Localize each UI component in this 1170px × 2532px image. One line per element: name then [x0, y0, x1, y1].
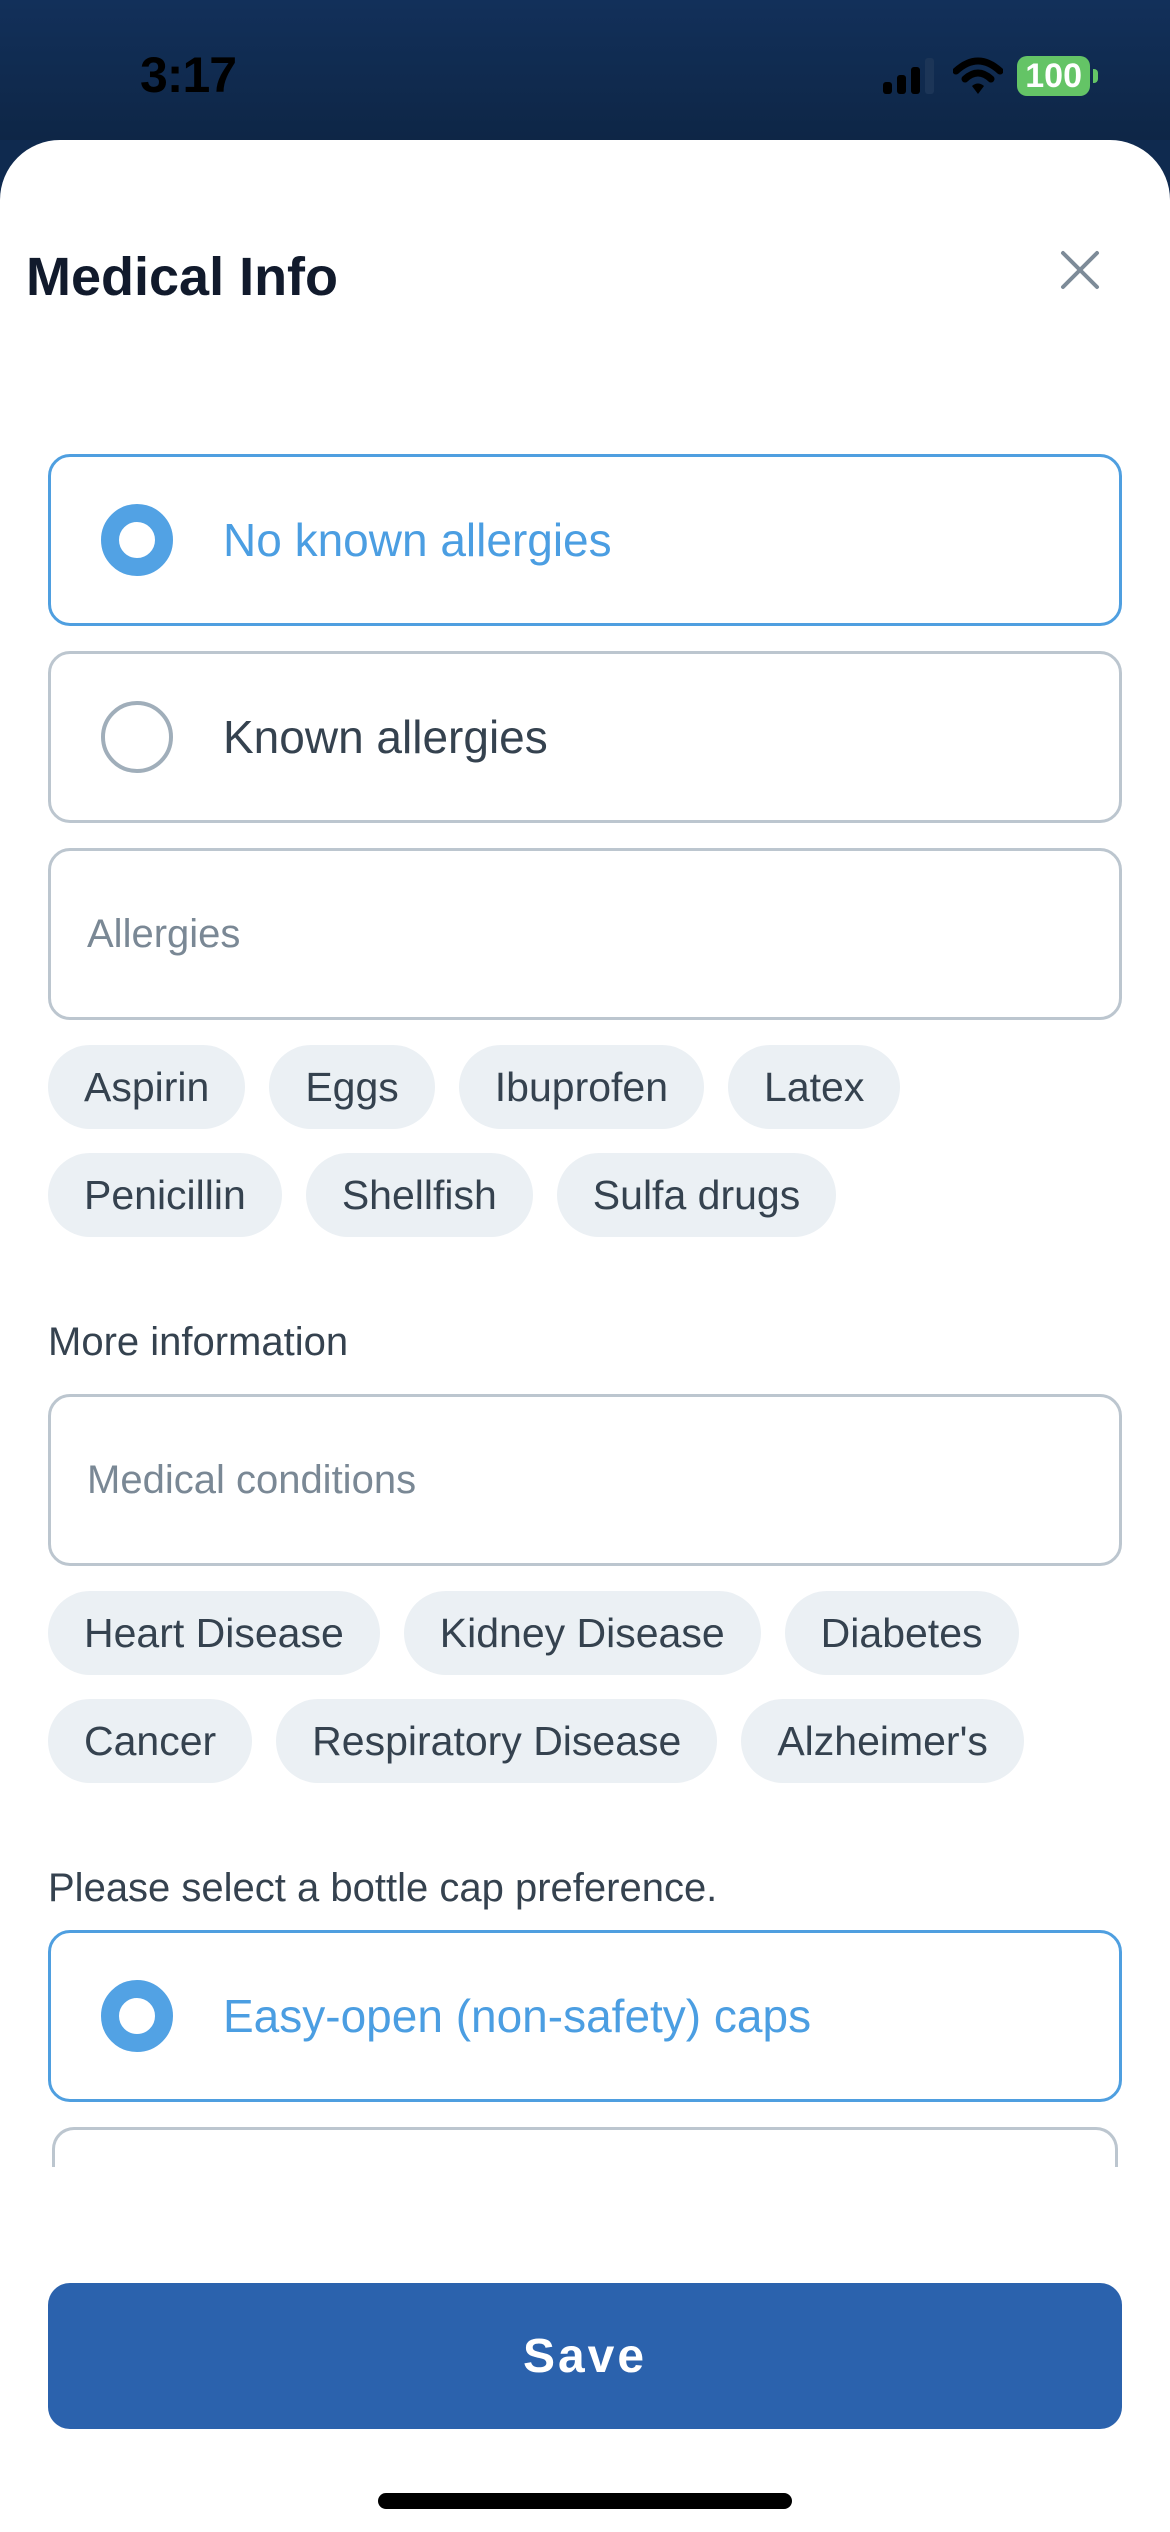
close-button[interactable]: [1050, 240, 1110, 300]
close-icon: [1061, 251, 1099, 289]
chip-cancer[interactable]: Cancer: [48, 1699, 253, 1783]
radio-label: No known allergies: [223, 514, 612, 566]
more-information-label: More information: [48, 1320, 349, 1364]
allergies-input[interactable]: [87, 911, 1119, 957]
medical-conditions-field[interactable]: [48, 1394, 1122, 1566]
chip-ibuprofen[interactable]: Ibuprofen: [458, 1045, 705, 1129]
wifi-icon: [953, 57, 1004, 94]
status-bar: 3:17 100: [0, 0, 1170, 140]
radio-no-known-allergies[interactable]: No known allergies: [48, 454, 1122, 626]
radio-unselected-icon: [101, 701, 173, 773]
radio-easy-open-caps[interactable]: Easy-open (non-safety) caps: [48, 1930, 1122, 2102]
medical-info-sheet: Medical Info No known allergies Known al…: [0, 140, 1170, 2532]
chip-kidney-disease[interactable]: Kidney Disease: [403, 1591, 761, 1675]
chip-penicillin[interactable]: Penicillin: [48, 1153, 282, 1237]
chip-heart-disease[interactable]: Heart Disease: [48, 1591, 380, 1675]
cap-preference-label: Please select a bottle cap preference.: [48, 1866, 718, 1910]
chip-diabetes[interactable]: Diabetes: [784, 1591, 1019, 1675]
radio-cap-option-partial[interactable]: [52, 2127, 1118, 2167]
signal-icon: [883, 58, 935, 94]
status-time: 3:17: [140, 47, 237, 103]
radio-selected-icon: [101, 1980, 173, 2052]
chip-alzheimers[interactable]: Alzheimer's: [741, 1699, 1024, 1783]
chip-aspirin[interactable]: Aspirin: [48, 1045, 246, 1129]
condition-chips: Heart Disease Kidney Disease Diabetes Ca…: [48, 1591, 1122, 1783]
chip-sulfa-drugs[interactable]: Sulfa drugs: [556, 1153, 837, 1237]
radio-selected-icon: [101, 504, 173, 576]
medical-conditions-input[interactable]: [87, 1457, 1119, 1503]
page-title: Medical Info: [26, 247, 339, 307]
home-indicator: [378, 2493, 792, 2509]
status-icons: 100: [883, 56, 1098, 96]
save-button[interactable]: Save: [48, 2283, 1122, 2429]
battery-icon: 100: [1017, 56, 1098, 96]
chip-shellfish[interactable]: Shellfish: [305, 1153, 533, 1237]
allergies-field[interactable]: [48, 848, 1122, 1020]
chip-eggs[interactable]: Eggs: [269, 1045, 435, 1129]
radio-label: Known allergies: [223, 711, 548, 763]
chip-latex[interactable]: Latex: [728, 1045, 901, 1129]
radio-known-allergies[interactable]: Known allergies: [48, 651, 1122, 823]
allergy-chips: Aspirin Eggs Ibuprofen Latex Penicillin …: [48, 1045, 1122, 1237]
radio-label[interactable]: Easy-open (non-safety) caps: [223, 1989, 811, 2043]
chip-respiratory-disease[interactable]: Respiratory Disease: [276, 1699, 718, 1783]
